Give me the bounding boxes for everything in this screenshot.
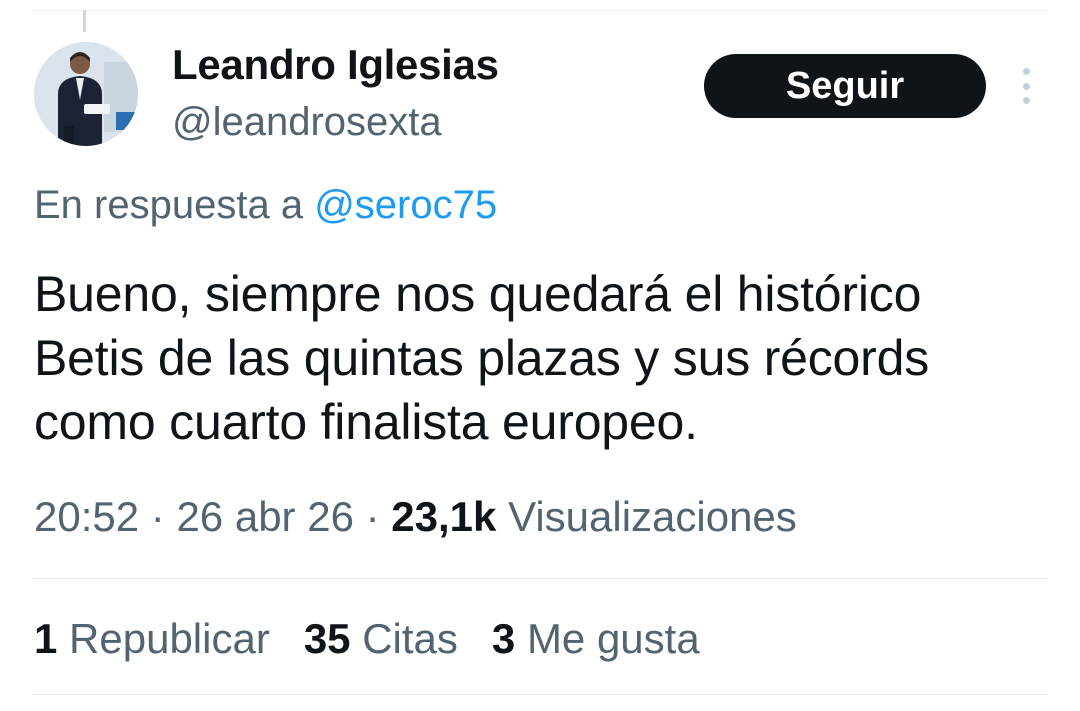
views-count: 23,1k	[391, 493, 497, 540]
more-options-icon[interactable]	[1012, 66, 1040, 106]
quotes-label: Citas	[362, 615, 458, 662]
avatar[interactable]	[34, 42, 138, 146]
likes-count: 3	[491, 615, 516, 662]
thread-connector-line	[83, 10, 86, 32]
divider	[32, 694, 1048, 695]
separator: ·	[150, 493, 165, 540]
quotes-stat[interactable]: 35 Citas	[304, 612, 458, 666]
reply-context: En respuesta a @seroc75	[34, 180, 497, 230]
author-handle[interactable]: @leandrosexta	[172, 98, 442, 146]
tweet-time[interactable]: 20:52	[34, 493, 139, 540]
reposts-count: 1	[34, 615, 58, 662]
reposts-stat[interactable]: 1 Republicar	[34, 612, 270, 666]
reposts-label: Republicar	[69, 615, 270, 662]
avatar-photo-icon	[34, 42, 138, 146]
top-border	[32, 10, 1048, 11]
divider	[32, 578, 1048, 579]
reply-mention-link[interactable]: @seroc75	[314, 183, 497, 227]
likes-label: Me gusta	[526, 615, 700, 662]
reply-prefix: En respuesta a	[34, 183, 315, 227]
follow-button[interactable]: Seguir	[704, 54, 986, 118]
engagement-stats: 1 Republicar 35 Citas 3 Me gusta	[34, 612, 700, 666]
author-name[interactable]: Leandro Iglesias	[172, 40, 499, 90]
dot	[1022, 82, 1030, 90]
tweet-text: Bueno, siempre nos quedará el histórico …	[34, 266, 930, 450]
likes-stat[interactable]: 3 Me gusta	[492, 612, 700, 666]
dot	[1022, 68, 1030, 75]
dot	[1022, 97, 1030, 104]
views-label: Visualizaciones	[508, 493, 797, 540]
quotes-count: 35	[303, 615, 351, 662]
separator: ·	[365, 493, 380, 540]
tweet-metadata: 20:52 · 26 abr 26 · 23,1k Visualizacione…	[34, 490, 797, 544]
tweet-date[interactable]: 26 abr 26	[176, 493, 353, 540]
